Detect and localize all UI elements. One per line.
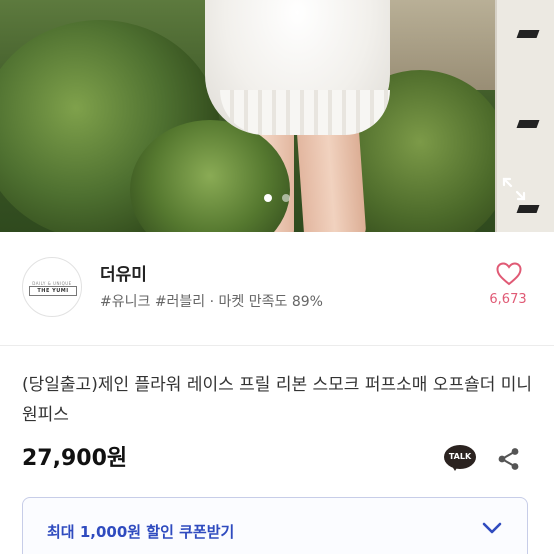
gallery-dot[interactable]	[282, 194, 290, 202]
photo-board-mark	[516, 30, 540, 38]
coupon-label: 최대 1,000원 할인 쿠폰받기	[47, 523, 235, 541]
section-divider	[0, 345, 554, 346]
photo-board-mark	[516, 120, 540, 128]
gallery-pagination	[0, 194, 554, 204]
product-price: 27,900원	[22, 446, 128, 471]
chevron-down-icon	[482, 522, 502, 534]
product-photo[interactable]	[0, 0, 554, 232]
coupon-button[interactable]: 최대 1,000원 할인 쿠폰받기	[22, 497, 528, 554]
shop-name[interactable]: 더유미	[100, 260, 147, 285]
expand-icon[interactable]	[500, 175, 528, 203]
heart-icon[interactable]	[496, 262, 522, 286]
share-icon[interactable]	[496, 446, 522, 472]
talk-icon[interactable]: TALK	[444, 445, 476, 473]
shop-info-row[interactable]: DAILY & UNIQUE THE YUMI 더유미 #유니크 #러블리 · …	[0, 240, 554, 340]
talk-label: TALK	[448, 452, 472, 461]
talk-bubble-tail	[450, 463, 460, 471]
photo-board-mark	[516, 205, 540, 213]
gallery-dot-active[interactable]	[264, 194, 272, 202]
photo-dress-ruffle	[220, 90, 390, 135]
like-count: 6,673	[489, 292, 527, 307]
shop-logo-wordmark: THE YUMI	[29, 286, 77, 296]
shop-tags: #유니크 #러블리 · 마켓 만족도 89%	[100, 294, 323, 310]
shop-logo[interactable]: DAILY & UNIQUE THE YUMI	[22, 257, 82, 317]
product-title: (당일출고)제인 플라워 레이스 프릴 리본 스모크 퍼프소매 오프숄더 미니 …	[22, 375, 533, 425]
